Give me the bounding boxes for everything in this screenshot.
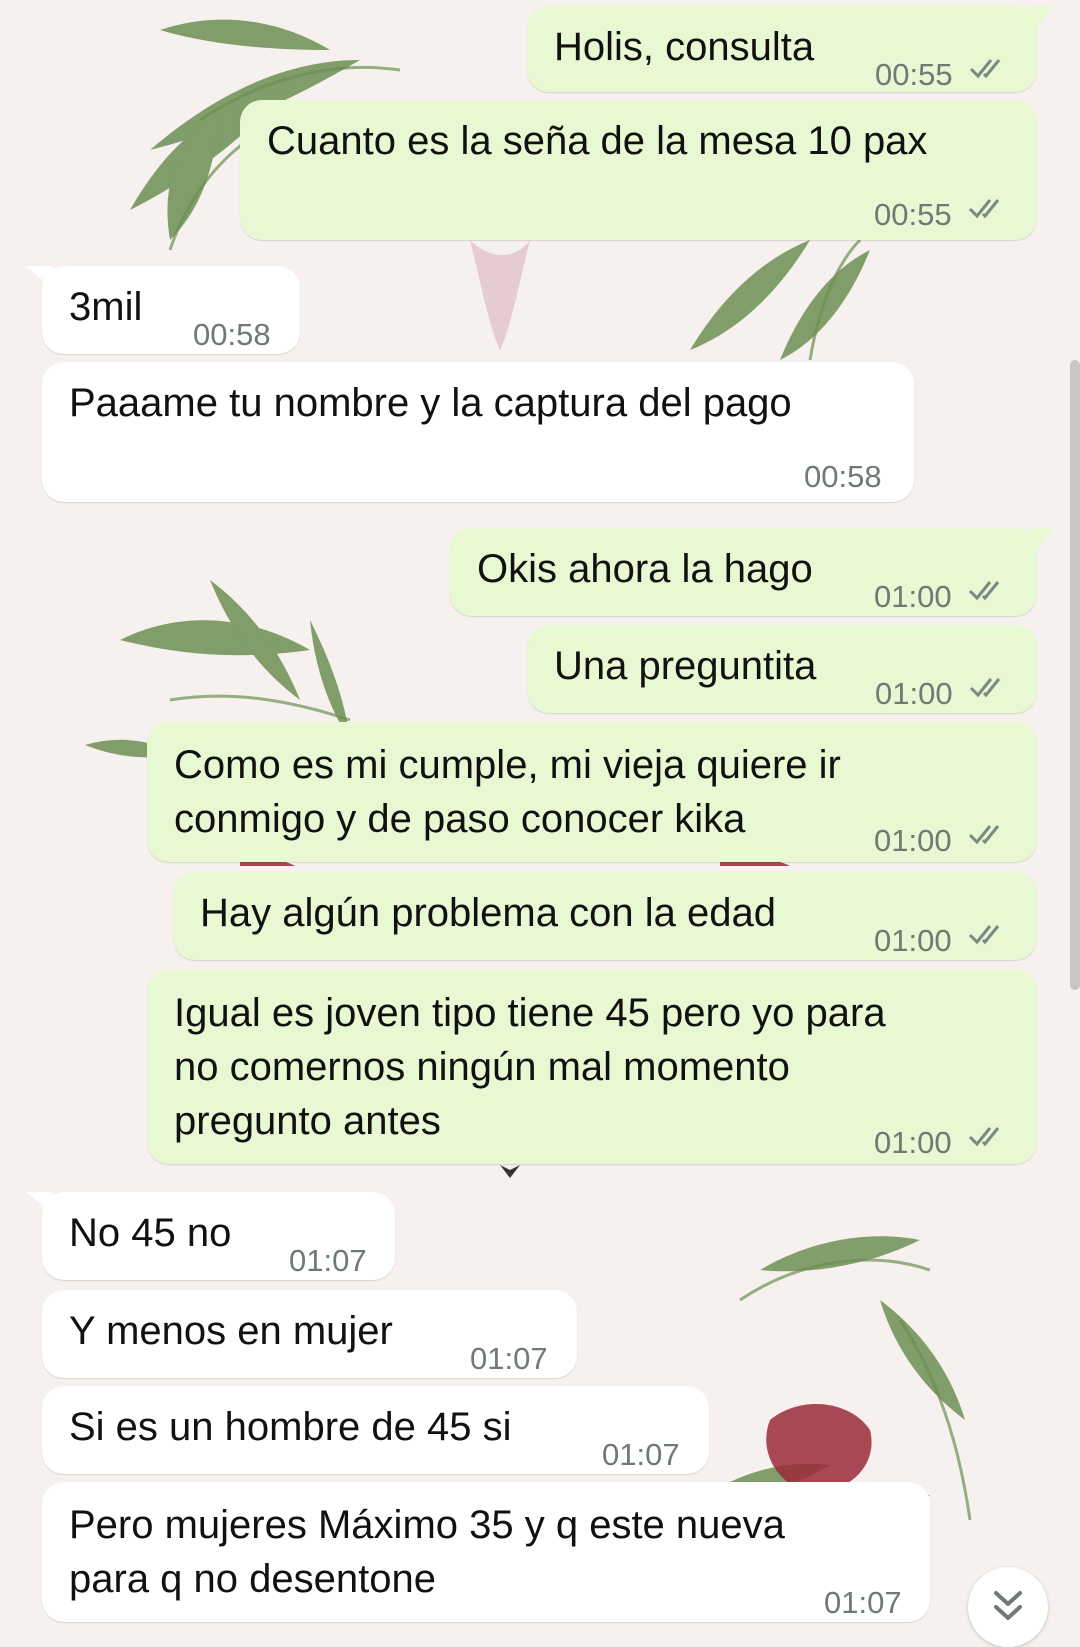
message-text-line: para q no desentone	[69, 1557, 436, 1601]
message-text-line: Como es mi cumple, mi vieja quiere ir	[174, 743, 841, 787]
message-outgoing[interactable]: Okis ahora la hago 01:00	[450, 528, 1053, 616]
message-time: 01:07	[824, 1585, 902, 1620]
message-time: 00:55	[875, 57, 953, 92]
message-text: 3mil	[69, 285, 143, 329]
message-outgoing[interactable]: Una preguntita 01:00	[527, 625, 1037, 713]
double-check-icon	[969, 59, 1001, 79]
message-incoming[interactable]: No 45 no 01:07	[26, 1192, 395, 1280]
scrollbar[interactable]	[1070, 360, 1080, 990]
double-check-icon	[968, 1127, 1000, 1147]
message-time: 01:07	[289, 1243, 367, 1278]
message-text-line: pregunto antes	[174, 1099, 441, 1143]
double-check-icon	[968, 581, 1000, 601]
message-text-line: Pero mujeres Máximo 35 y q este nueva	[69, 1503, 785, 1547]
double-check-icon	[969, 678, 1001, 698]
message-text: No 45 no	[69, 1211, 232, 1255]
bubble-tail	[1027, 6, 1053, 28]
bubble-tail	[1027, 528, 1053, 550]
message-outgoing[interactable]: Igual es joven tipo tiene 45 pero yo par…	[147, 970, 1037, 1164]
bubble-tail	[26, 266, 52, 288]
message-text: Y menos en mujer	[69, 1309, 393, 1353]
message-incoming[interactable]: Paaame tu nombre y la captura del pago 0…	[42, 362, 914, 502]
message-time: 01:00	[874, 1125, 952, 1160]
message-incoming[interactable]: Si es un hombre de 45 si 01:07	[42, 1386, 709, 1474]
message-text: Si es un hombre de 45 si	[69, 1405, 512, 1449]
message-text: Cuanto es la seña de la mesa 10 pax	[267, 119, 928, 163]
message-text-line: Igual es joven tipo tiene 45 pero yo par…	[174, 991, 886, 1035]
chat-thread: Holis, consulta 00:55 Cuanto es la seña …	[0, 0, 1080, 1627]
message-text: Holis, consulta	[554, 25, 815, 69]
double-check-icon	[968, 825, 1000, 845]
double-check-icon	[968, 925, 1000, 945]
message-time: 01:07	[470, 1341, 548, 1376]
bubble-tail	[26, 1192, 52, 1214]
scroll-to-bottom-button[interactable]	[968, 1567, 1048, 1647]
message-text: Una preguntita	[554, 644, 817, 688]
message-text: Paaame tu nombre y la captura del pago	[69, 381, 792, 425]
message-time: 01:00	[874, 579, 952, 614]
message-time: 00:58	[193, 317, 271, 352]
message-time: 01:00	[874, 823, 952, 858]
message-incoming[interactable]: Y menos en mujer 01:07	[42, 1290, 577, 1378]
chevron-double-down-icon	[994, 1591, 1022, 1620]
message-outgoing[interactable]: Cuanto es la seña de la mesa 10 pax 00:5…	[240, 100, 1037, 240]
message-text: Okis ahora la hago	[477, 547, 813, 591]
message-time: 01:00	[874, 923, 952, 958]
double-check-icon	[968, 199, 1000, 219]
message-text: Hay algún problema con la edad	[200, 891, 776, 935]
message-outgoing[interactable]: Hay algún problema con la edad 01:00	[173, 872, 1037, 960]
message-outgoing[interactable]: Holis, consulta 00:55	[527, 6, 1053, 92]
message-outgoing[interactable]: Como es mi cumple, mi vieja quiere ir co…	[147, 722, 1037, 862]
message-incoming[interactable]: Pero mujeres Máximo 35 y q este nueva pa…	[42, 1482, 930, 1622]
message-time: 00:58	[804, 459, 882, 494]
message-text-line: no comernos ningún mal momento	[174, 1045, 790, 1089]
message-time: 01:00	[875, 676, 953, 711]
message-time: 00:55	[874, 197, 952, 232]
message-incoming[interactable]: 3mil 00:58	[26, 266, 300, 354]
message-time: 01:07	[602, 1437, 680, 1472]
message-text-line: conmigo y de paso conocer kika	[174, 797, 746, 841]
